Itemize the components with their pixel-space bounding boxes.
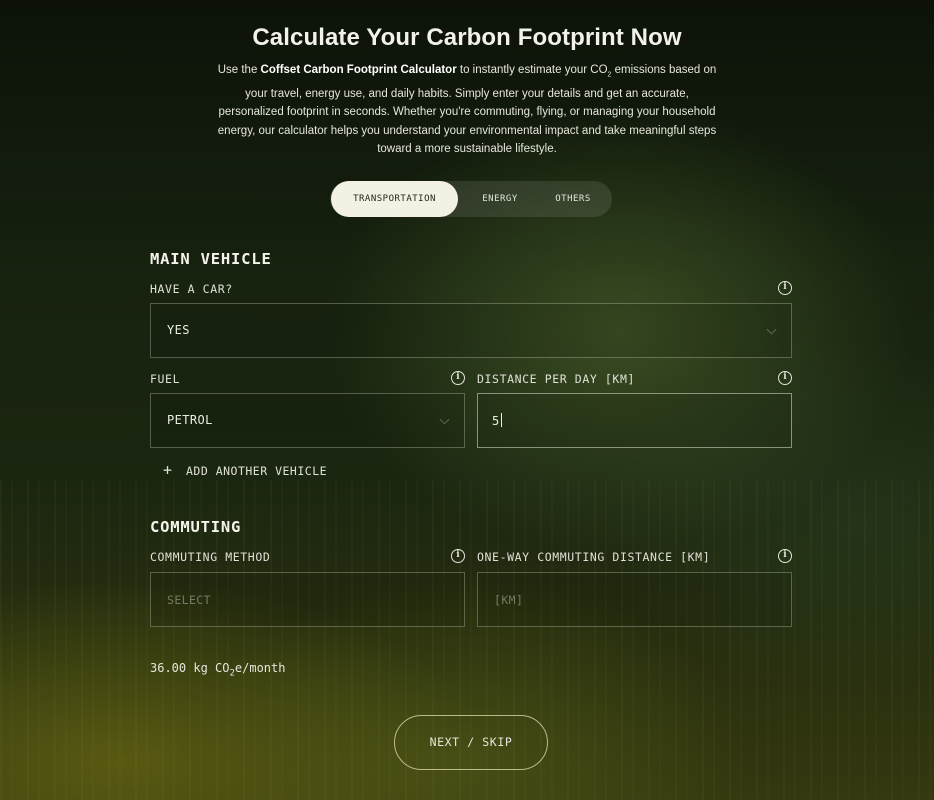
emissions-unit: e/month	[234, 661, 286, 675]
fuel-select[interactable]: PETROL	[150, 393, 465, 448]
chevron-down-icon	[766, 324, 777, 335]
add-vehicle-label: ADD ANOTHER VEHICLE	[186, 464, 328, 478]
category-tabs: TRANSPORTATION ENERGY OTHERS	[330, 181, 612, 217]
info-icon[interactable]: i	[778, 371, 792, 385]
plus-icon: +	[163, 461, 173, 479]
have-car-label: HAVE A CAR?	[150, 282, 233, 296]
have-car-value: YES	[167, 323, 190, 337]
main-vehicle-heading: MAIN VEHICLE	[150, 250, 272, 268]
intro-text-mid: to instantly estimate your CO	[456, 64, 608, 76]
commuting-method-placeholder: SELECT	[167, 593, 211, 607]
commuting-distance-placeholder: [KM]	[494, 593, 524, 607]
intro-text-end: emissions based on your travel, energy u…	[217, 64, 717, 156]
commuting-heading: COMMUTING	[150, 518, 242, 536]
text-cursor	[500, 413, 502, 427]
intro-paragraph: Use the Coffset Carbon Footprint Calcula…	[212, 61, 722, 159]
fuel-label: FUEL	[150, 372, 181, 386]
info-icon[interactable]: i	[778, 549, 792, 563]
distance-per-day-input[interactable]: 5	[477, 393, 792, 448]
intro-text-start: Use the	[217, 64, 261, 76]
distance-value-text: 5	[492, 414, 500, 428]
tab-energy[interactable]: ENERGY	[466, 181, 534, 217]
add-vehicle-button[interactable]: + ADD ANOTHER VEHICLE	[163, 461, 327, 479]
chevron-down-icon	[439, 414, 450, 425]
emissions-amount: 36.00 kg CO	[150, 661, 230, 675]
page-title: Calculate Your Carbon Footprint Now	[252, 24, 682, 51]
info-icon[interactable]: i	[451, 371, 465, 385]
distance-per-day-label: DISTANCE PER DAY [KM]	[477, 372, 635, 386]
commuting-method-select[interactable]: SELECT	[150, 572, 465, 627]
info-icon[interactable]: i	[778, 281, 792, 295]
have-car-select[interactable]: YES	[150, 303, 792, 358]
info-icon[interactable]: i	[451, 549, 465, 563]
emissions-total: 36.00 kg CO2e/month	[150, 661, 285, 678]
intro-brand-name: Coffset Carbon Footprint Calculator	[260, 64, 457, 76]
tab-transportation[interactable]: TRANSPORTATION	[331, 181, 458, 217]
tab-others[interactable]: OTHERS	[540, 181, 606, 217]
fuel-value: PETROL	[167, 413, 213, 427]
distance-per-day-value: 5	[492, 413, 502, 428]
commuting-method-label: COMMUTING METHOD	[150, 550, 271, 564]
commuting-distance-label: ONE-WAY COMMUTING DISTANCE [KM]	[477, 550, 711, 564]
next-skip-button[interactable]: NEXT / SKIP	[394, 715, 548, 770]
commuting-distance-input[interactable]: [KM]	[477, 572, 792, 627]
